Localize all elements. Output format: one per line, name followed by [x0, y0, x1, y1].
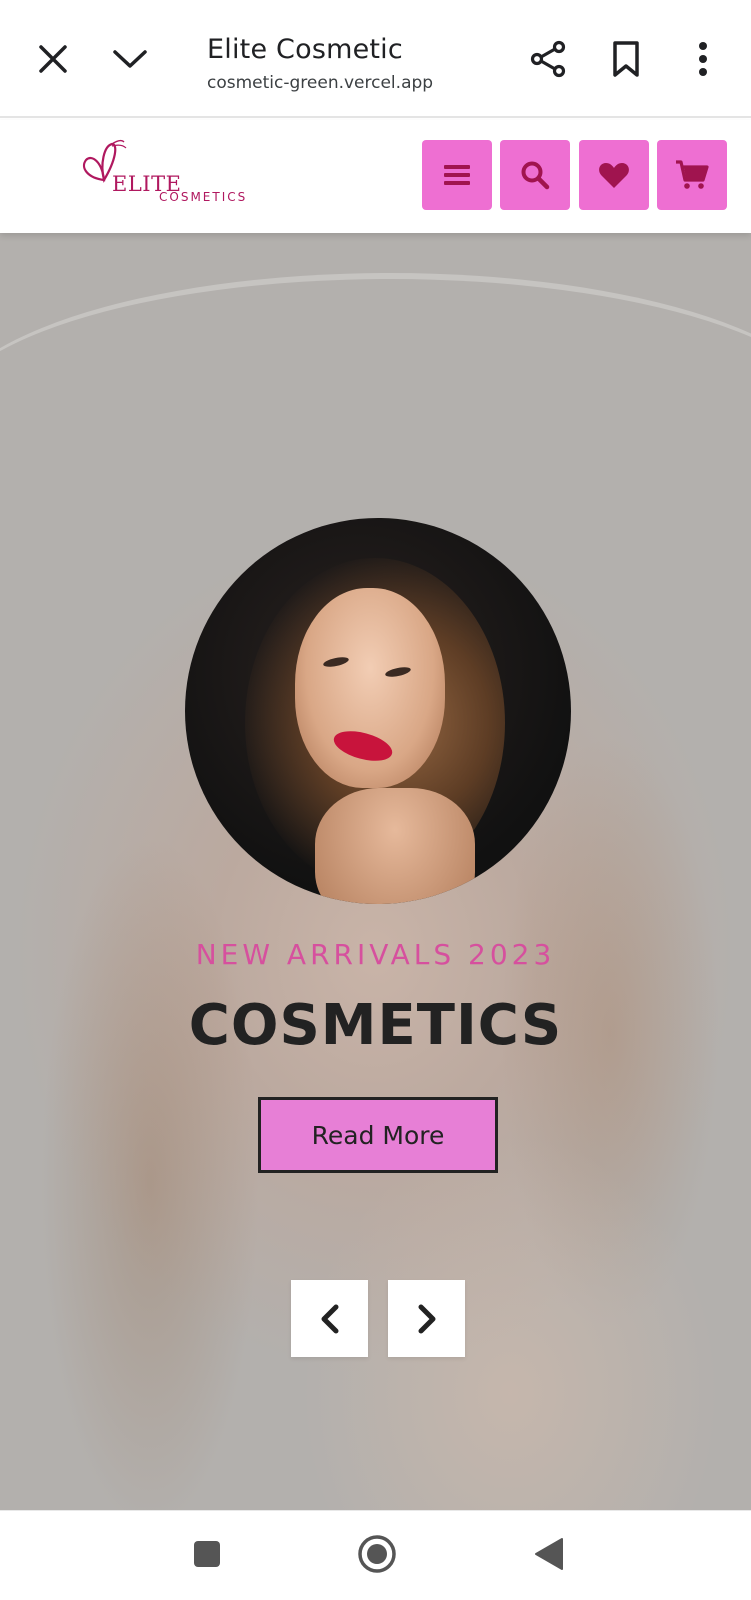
search-button[interactable] — [500, 140, 570, 210]
menu-button[interactable] — [422, 140, 492, 210]
chevron-right-icon — [418, 1304, 435, 1333]
wishlist-button[interactable] — [579, 140, 649, 210]
logo-subtext: COSMETICS — [159, 190, 248, 204]
hero-headline: COSMETICS — [188, 993, 563, 1058]
page-title: Elite Cosmetic — [207, 34, 403, 65]
read-more-button[interactable]: Read More — [258, 1097, 498, 1173]
share-button[interactable] — [524, 34, 574, 84]
system-nav-bar — [0, 1510, 751, 1600]
minimize-tab-button[interactable] — [105, 34, 155, 84]
chevron-left-icon — [321, 1304, 338, 1333]
home-button[interactable] — [352, 1529, 402, 1579]
more-options-button[interactable] — [678, 34, 728, 84]
menu-icon — [444, 165, 470, 185]
tab-title-block: Elite Cosmetic cosmetic-green.vercel.app — [207, 34, 433, 93]
hero-subtitle: NEW ARRIVALS 2023 — [195, 938, 556, 971]
search-icon — [521, 161, 550, 190]
site-header: ELITE COSMETICS — [0, 120, 751, 233]
back-icon — [535, 1538, 563, 1570]
cart-button[interactable] — [657, 140, 727, 210]
more-vert-icon — [699, 42, 707, 76]
recents-icon — [194, 1541, 220, 1567]
hero-slider: NEW ARRIVALS 2023 COSMETICS Read More — [0, 233, 751, 1510]
back-button[interactable] — [524, 1529, 574, 1579]
page-url: cosmetic-green.vercel.app — [207, 73, 434, 93]
share-icon — [530, 40, 566, 78]
slider-prev-button[interactable] — [291, 1280, 368, 1357]
bookmark-icon — [613, 41, 639, 77]
home-icon — [358, 1535, 396, 1573]
browser-toolbar: Elite Cosmetic cosmetic-green.vercel.app — [0, 6, 751, 118]
close-tab-button[interactable] — [28, 34, 78, 84]
close-icon — [39, 45, 67, 73]
hero-portrait-image — [185, 518, 571, 904]
slider-next-button[interactable] — [388, 1280, 465, 1357]
cart-icon — [676, 160, 709, 189]
site-logo[interactable]: ELITE COSMETICS — [78, 138, 248, 208]
heart-icon — [599, 163, 629, 188]
recents-button[interactable] — [182, 1529, 232, 1579]
bookmark-button[interactable] — [601, 34, 651, 84]
chevron-down-icon — [113, 50, 147, 68]
